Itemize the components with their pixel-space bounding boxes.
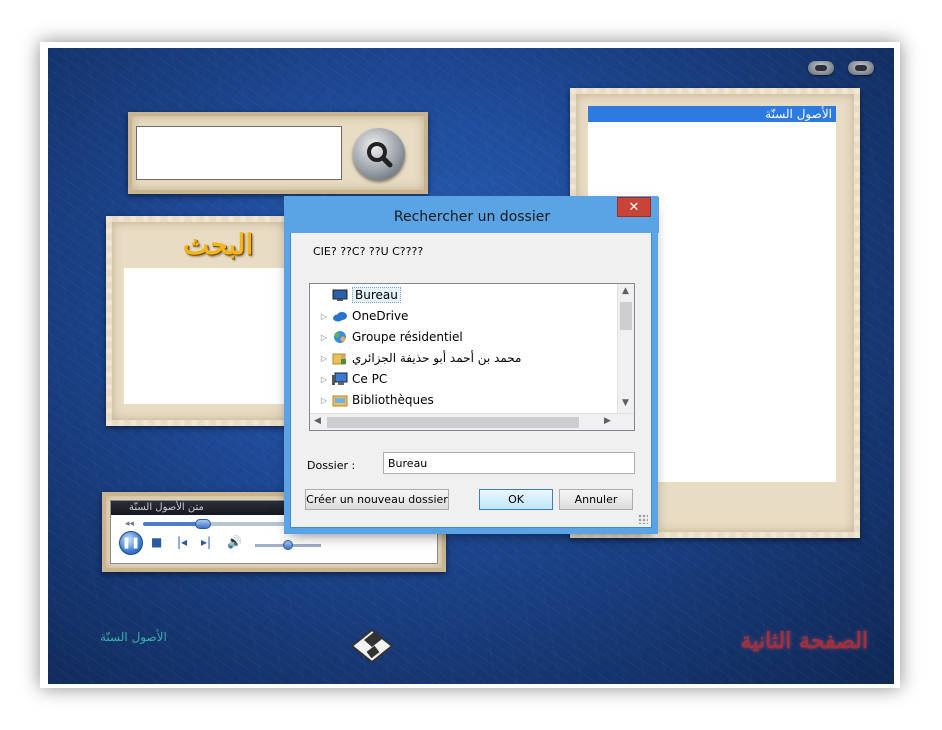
tree-item-homegroup[interactable]: ▷ Groupe résidentiel (310, 327, 616, 347)
seek-knob[interactable] (194, 519, 211, 529)
magnifier-icon (353, 128, 405, 180)
scroll-left-icon[interactable]: ◀ (314, 416, 321, 426)
computer-icon (332, 372, 348, 386)
stop-icon[interactable]: ■ (151, 535, 162, 549)
vertical-scroll-thumb[interactable] (620, 302, 632, 330)
desktop-icon (332, 288, 348, 302)
tree-item-label: محمد بن أحمد أبو حذيفة الجزائري (352, 351, 522, 365)
close-app-button[interactable] (848, 61, 874, 75)
volume-slider[interactable] (255, 540, 321, 550)
scroll-down-icon[interactable]: ▼ (622, 398, 629, 408)
tree-item-label: OneDrive (352, 309, 409, 323)
cancel-button[interactable]: Annuler (559, 489, 633, 510)
rewind-icon[interactable]: ◂◂ (125, 517, 134, 531)
floppy-disk-icon[interactable] (348, 628, 396, 664)
pause-button[interactable]: ❚❚ (119, 531, 143, 555)
expand-arrow-icon[interactable]: ▷ (318, 333, 330, 342)
tree-item-this-pc[interactable]: ▷ Ce PC (310, 369, 616, 389)
minimize-button[interactable] (808, 61, 834, 75)
volume-knob[interactable] (283, 540, 293, 550)
scroll-up-icon[interactable]: ▲ (622, 286, 629, 296)
search-input[interactable] (136, 126, 342, 180)
seek-bar[interactable] (143, 519, 313, 529)
expand-arrow-icon[interactable]: ▷ (318, 354, 330, 363)
next-icon[interactable]: ▸| (201, 535, 211, 549)
previous-icon[interactable]: |◂ (177, 535, 187, 549)
tree-item-label: Bureau (352, 287, 401, 303)
search-button[interactable] (346, 128, 412, 180)
tree-horizontal-scrollbar[interactable]: ◀ ▶ (310, 413, 634, 430)
dialog-close-button[interactable]: ✕ (617, 197, 651, 217)
page-label: الصفحة الثانية (740, 628, 868, 654)
resize-grip-icon[interactable] (638, 514, 648, 524)
user-folder-icon (332, 351, 348, 365)
expand-arrow-icon[interactable]: ▷ (318, 396, 330, 405)
ok-button[interactable]: OK (479, 489, 553, 510)
tree-item-label: Bibliothèques (352, 393, 434, 407)
new-folder-button[interactable]: Créer un nouveau dossier (305, 489, 449, 510)
tree-item-libraries[interactable]: ▷ Bibliothèques (310, 390, 616, 410)
tree-item-bureau[interactable]: Bureau (310, 285, 616, 305)
footer-link[interactable]: الأصول السنّة (100, 630, 167, 644)
horizontal-scroll-thumb[interactable] (327, 417, 579, 428)
book-list-item-selected[interactable]: الأصول السنّة (588, 106, 836, 122)
browse-folder-dialog: Rechercher un dossier ✕ CIE? ??C? ??U C?… (285, 197, 659, 528)
expand-arrow-icon[interactable]: ▷ (318, 375, 330, 384)
scroll-right-icon[interactable]: ▶ (604, 416, 611, 426)
library-icon (332, 393, 348, 407)
folder-label: Dossier : (307, 459, 356, 472)
expand-arrow-icon[interactable]: ▷ (318, 312, 330, 321)
dialog-prompt: CIE? ??C? ??U C???? (313, 245, 424, 258)
volume-icon[interactable]: 🔊 (227, 535, 242, 549)
tree-item-label: Groupe résidentiel (352, 330, 463, 344)
homegroup-icon (332, 330, 348, 344)
tree-item-label: Ce PC (352, 372, 388, 386)
tree-vertical-scrollbar[interactable]: ▲ ▼ (617, 284, 634, 413)
dialog-body: CIE? ??C? ??U C???? Bureau ▷ OneDrive ▷ (291, 233, 651, 527)
dialog-title: Rechercher un dossier (393, 209, 551, 225)
cloud-icon (332, 309, 348, 323)
folder-tree[interactable]: Bureau ▷ OneDrive ▷ Groupe résidentiel ▷ (309, 283, 635, 431)
tree-item-onedrive[interactable]: ▷ OneDrive (310, 306, 616, 326)
seek-fill (143, 522, 203, 526)
search-heading: البحث (182, 228, 254, 261)
folder-field[interactable] (383, 452, 635, 474)
tree-item-user-folder[interactable]: ▷ محمد بن أحمد أبو حذيفة الجزائري (310, 348, 616, 368)
